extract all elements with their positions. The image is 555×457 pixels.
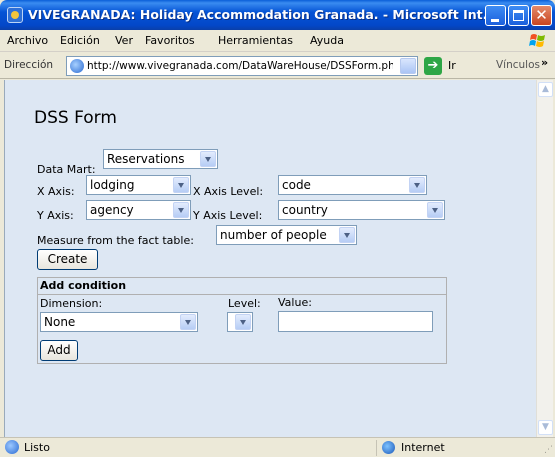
chevron-down-icon <box>235 314 251 330</box>
menu-herramientas[interactable]: Herramientas <box>218 34 293 47</box>
chevron-down-icon <box>180 314 196 330</box>
status-text: Listo <box>24 441 50 454</box>
go-button[interactable]: Ir <box>448 59 456 72</box>
level-select[interactable] <box>227 312 253 332</box>
chevron-down-icon <box>173 202 189 218</box>
windows-logo-icon <box>529 34 545 47</box>
page-icon <box>70 59 84 73</box>
chevron-down-icon <box>427 202 443 218</box>
page-status-icon <box>5 440 19 454</box>
address-input[interactable]: http://www.vivegranada.com/DataWareHouse… <box>66 56 418 76</box>
chevron-more-icon[interactable]: » <box>541 56 548 69</box>
y-axis-select[interactable]: agency <box>86 200 191 220</box>
address-label: Dirección <box>4 59 54 71</box>
address-bar: Dirección http://www.vivegranada.com/Dat… <box>0 53 555 79</box>
close-icon: ✕ <box>535 6 548 24</box>
title-bar: VIVEGRANADA: Holiday Accommodation Grana… <box>0 0 555 30</box>
close-button[interactable]: ✕ <box>531 5 552 26</box>
create-button[interactable]: Create <box>37 249 98 270</box>
data-mart-select[interactable]: Reservations <box>103 149 218 169</box>
chevron-down-icon <box>173 177 189 193</box>
menu-ver[interactable]: Ver <box>115 34 133 47</box>
ie-page-icon <box>7 7 23 23</box>
y-axis-level-label: Y Axis Level: <box>193 209 263 222</box>
x-axis-level-label: X Axis Level: <box>193 185 264 198</box>
x-axis-level-select[interactable]: code <box>278 175 427 195</box>
go-arrow-icon[interactable]: ➔ <box>424 57 442 75</box>
add-button[interactable]: Add <box>40 340 78 361</box>
y-axis-label: Y Axis: <box>37 209 74 222</box>
add-condition-panel: Add condition Dimension: Level: Value: N… <box>37 277 447 364</box>
resize-grip-icon[interactable]: ⋰ <box>544 445 553 455</box>
scroll-up-icon[interactable]: ▲ <box>538 82 553 97</box>
value-input[interactable] <box>278 311 433 332</box>
add-condition-header: Add condition <box>38 278 446 295</box>
status-divider <box>376 440 377 456</box>
status-bar: Listo Internet ⋰ <box>0 437 555 457</box>
page-title: DSS Form <box>34 108 117 128</box>
maximize-button[interactable] <box>508 5 529 26</box>
maximize-icon <box>513 10 524 21</box>
menu-favoritos[interactable]: Favoritos <box>145 34 195 47</box>
y-axis-level-select[interactable]: country <box>278 200 445 220</box>
dimension-label: Dimension: <box>40 297 103 310</box>
level-label: Level: <box>228 297 261 310</box>
menu-archivo[interactable]: Archivo <box>7 34 48 47</box>
address-url: http://www.vivegranada.com/DataWareHouse… <box>87 60 393 72</box>
value-label: Value: <box>278 296 312 309</box>
internet-globe-icon <box>382 441 395 454</box>
chevron-down-icon <box>200 151 216 167</box>
menu-edicion[interactable]: Edición <box>60 34 100 47</box>
address-dropdown-icon[interactable] <box>400 58 416 74</box>
measure-label: Measure from the fact table: <box>37 234 194 247</box>
menu-bar: Archivo Edición Ver Favoritos Herramient… <box>0 30 555 52</box>
vertical-scrollbar[interactable]: ▲ ▼ <box>536 80 553 437</box>
chevron-down-icon <box>339 227 355 243</box>
minimize-icon <box>491 19 499 22</box>
security-zone: Internet <box>401 441 445 454</box>
menu-ayuda[interactable]: Ayuda <box>310 34 344 47</box>
x-axis-select[interactable]: lodging <box>86 175 191 195</box>
dimension-select[interactable]: None <box>40 312 198 332</box>
measure-select[interactable]: number of people <box>216 225 357 245</box>
scroll-down-icon[interactable]: ▼ <box>538 420 553 435</box>
chevron-down-icon <box>409 177 425 193</box>
x-axis-label: X Axis: <box>37 185 75 198</box>
minimize-button[interactable] <box>485 5 506 26</box>
window-title: VIVEGRANADA: Holiday Accommodation Grana… <box>28 7 497 22</box>
links-label[interactable]: Vínculos <box>496 59 540 71</box>
